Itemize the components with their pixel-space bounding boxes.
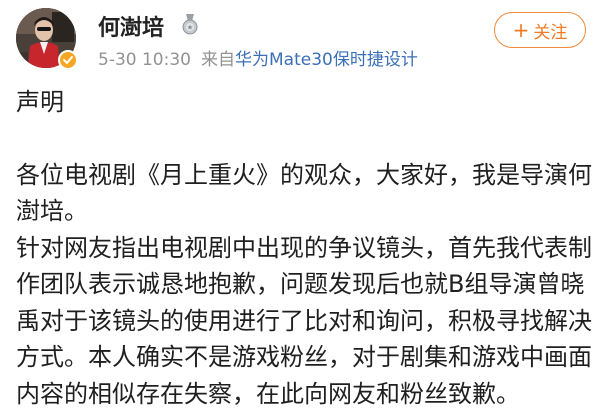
verified-badge-icon <box>58 50 78 70</box>
post-title: 声明 <box>16 88 64 116</box>
plus-icon: + <box>512 18 530 42</box>
post-paragraph: 各位电视剧《月上重火》的观众，大家好，我是导演何澍培。 <box>16 160 592 226</box>
username[interactable]: 何澍培 <box>98 10 164 42</box>
post-header: 何澍培 5-30 10:30 来自华为Mate30保时捷设计 + 关注 <box>0 0 600 80</box>
post-time: 5-30 10:30 <box>98 50 191 70</box>
post-body: 声明 各位电视剧《月上重火》的观众，大家好，我是导演何澍培。 针对网友指出电视剧… <box>16 84 592 412</box>
post-paragraph: 针对网友指出电视剧中出现的争议镜头，首先我代表制作团队表示诚恳地抱歉，问题发现后… <box>16 233 592 408</box>
follow-label: 关注 <box>533 22 568 43</box>
source-prefix: 来自 <box>200 50 235 70</box>
medal-icon[interactable] <box>179 13 201 35</box>
device-link[interactable]: 华为Mate30保时捷设计 <box>235 50 418 70</box>
follow-button[interactable]: + 关注 <box>494 12 586 48</box>
post-meta: 5-30 10:30 来自华为Mate30保时捷设计 <box>98 45 418 70</box>
